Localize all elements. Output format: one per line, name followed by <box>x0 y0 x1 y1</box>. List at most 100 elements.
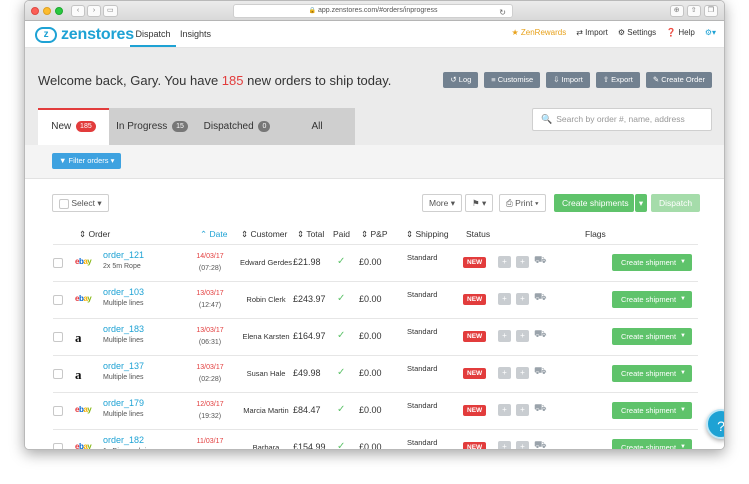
create-shipments-button[interactable]: Create shipments <box>554 194 634 212</box>
forward-icon[interactable]: › <box>87 5 101 17</box>
window-controls <box>31 7 63 15</box>
chevron-down-icon[interactable]: ▼ <box>680 254 686 271</box>
truck-icon[interactable]: ⛟ <box>534 329 547 342</box>
row-checkbox[interactable] <box>53 332 63 342</box>
create-shipment-button[interactable]: Create shipment ▼ <box>612 254 692 271</box>
row-checkbox[interactable] <box>53 443 63 449</box>
export-button[interactable]: ⇧ Export <box>595 72 640 88</box>
sidebar-icon[interactable]: ▭ <box>103 5 118 17</box>
customise-button[interactable]: ≡ Customise <box>484 72 541 88</box>
customer-name: Susan Hale <box>246 369 286 378</box>
help-link[interactable]: ❓ Help <box>666 28 695 37</box>
col-date[interactable]: ⌃ Date <box>200 229 227 240</box>
filter-orders-button[interactable]: ▼ Filter orders ▾ <box>52 153 122 169</box>
paid-check-icon: ✓ <box>337 367 346 378</box>
more-dropdown[interactable]: More ▾ <box>422 194 462 212</box>
import-link[interactable]: ⇄ Import <box>576 28 608 37</box>
row-checkbox[interactable] <box>53 369 63 379</box>
add-note-icon[interactable]: + <box>516 404 529 416</box>
add-note-icon[interactable]: + <box>516 256 529 268</box>
add-note-icon[interactable]: + <box>516 441 529 449</box>
account-menu-icon[interactable]: ⚙▾ <box>705 28 716 37</box>
create-shipments-caret[interactable]: ▾ <box>635 194 647 212</box>
tab-in-progress[interactable]: In Progress 15 <box>109 108 195 145</box>
settings-link[interactable]: ⚙ Settings <box>618 28 656 37</box>
create-shipment-button[interactable]: Create shipment ▼ <box>612 328 692 345</box>
truck-icon[interactable]: ⛟ <box>534 292 547 305</box>
address-bar[interactable]: 🔒 app.zenstores.com/#orders/inprogress ↻ <box>233 4 513 18</box>
row-checkbox[interactable] <box>53 295 63 305</box>
tab-new[interactable]: New 185 <box>38 108 109 145</box>
nav-tab-dispatch[interactable]: Dispatch <box>130 21 176 47</box>
back-icon[interactable]: ‹ <box>71 5 85 17</box>
truck-icon[interactable]: ⛟ <box>534 403 547 416</box>
assign-user-icon[interactable]: + <box>498 293 511 305</box>
select-dropdown[interactable]: Select ▾ <box>52 194 109 212</box>
table-row[interactable]: ebay order_121 2x 5m Rope 14/03/17 (07:28) Ed… <box>53 244 698 281</box>
create-shipment-button[interactable]: Create shipment ▼ <box>612 439 692 449</box>
zenstores-logo[interactable]: z zenstores <box>35 26 134 44</box>
row-checkbox[interactable] <box>53 406 63 416</box>
assign-user-icon[interactable]: + <box>498 441 511 449</box>
select-all-checkbox[interactable] <box>59 198 69 209</box>
chevron-down-icon[interactable]: ▼ <box>680 439 686 449</box>
log-button[interactable]: ↺ Log <box>443 72 479 88</box>
row-checkbox[interactable] <box>53 258 63 268</box>
truck-icon[interactable]: ⛟ <box>534 366 547 379</box>
col-customer[interactable]: ⇕ Customer <box>241 229 287 240</box>
minimize-window-icon[interactable] <box>43 7 51 15</box>
order-id-link[interactable]: order_182 <box>103 435 144 445</box>
chevron-down-icon[interactable]: ▼ <box>680 365 686 382</box>
add-note-icon[interactable]: + <box>516 367 529 379</box>
order-id-link[interactable]: order_103 <box>103 287 144 297</box>
chevron-down-icon[interactable]: ▼ <box>680 402 686 419</box>
zoom-window-icon[interactable] <box>55 7 63 15</box>
order-tabs: New 185 In Progress 15 Dispatched 0 All … <box>25 108 724 145</box>
col-total[interactable]: ⇕ Total <box>297 229 324 240</box>
order-id-link[interactable]: order_183 <box>103 324 144 334</box>
table-row[interactable]: a order_183 Multiple lines 13/03/17 (06:31) E… <box>53 318 698 355</box>
order-id-link[interactable]: order_121 <box>103 250 144 260</box>
order-search-input[interactable]: 🔍 Search by order #, name, address <box>532 108 712 131</box>
order-id-link[interactable]: order_179 <box>103 398 144 408</box>
truck-icon[interactable]: ⛟ <box>534 255 547 268</box>
create-shipment-button[interactable]: Create shipment ▼ <box>612 402 692 419</box>
col-shipping[interactable]: ⇕ Shipping <box>406 229 449 240</box>
tab-dispatched[interactable]: Dispatched 0 <box>195 108 279 145</box>
col-order[interactable]: ⇕ Order <box>79 229 110 240</box>
assign-user-icon[interactable]: + <box>498 404 511 416</box>
table-row[interactable]: ebay order_179 Multiple lines 12/03/17 (19:3… <box>53 392 698 429</box>
create-shipment-label: Create shipment <box>621 332 677 341</box>
table-row[interactable]: ebay order_103 Multiple lines 13/03/17 (12:4… <box>53 281 698 318</box>
dispatch-button[interactable]: Dispatch <box>651 194 701 212</box>
table-row[interactable]: a order_137 Multiple lines 13/03/17 (02:28) S… <box>53 355 698 392</box>
flag-dropdown[interactable]: ⚑ ▾ <box>465 194 494 212</box>
share-icon[interactable]: ⇧ <box>686 5 701 17</box>
create-shipment-button[interactable]: Create shipment ▼ <box>612 365 692 382</box>
assign-user-icon[interactable]: + <box>498 367 511 379</box>
import-button[interactable]: ⇩ Import <box>546 72 590 88</box>
customer-name: Edward Gerdes <box>239 258 293 267</box>
close-window-icon[interactable] <box>31 7 39 15</box>
col-pp[interactable]: ⇕ P&P <box>361 229 388 240</box>
create-order-button[interactable]: ✎ Create Order <box>645 72 712 88</box>
tabs-icon[interactable]: ❐ <box>703 5 718 17</box>
chevron-down-icon[interactable]: ▼ <box>680 291 686 308</box>
order-date: 13/03/17 <box>196 327 224 334</box>
assign-user-icon[interactable]: + <box>498 330 511 342</box>
order-date: 13/03/17 <box>196 364 224 371</box>
zenrewards-link[interactable]: ★ ZenRewards <box>512 28 567 37</box>
chevron-down-icon[interactable]: ▼ <box>680 328 686 345</box>
assign-user-icon[interactable]: + <box>498 256 511 268</box>
nav-tab-insights[interactable]: Insights <box>180 21 211 47</box>
print-dropdown[interactable]: ⎙ Print ▾ <box>499 194 546 212</box>
download-icon[interactable]: ⊕ <box>669 5 684 17</box>
tab-all[interactable]: All <box>279 108 355 145</box>
truck-icon[interactable]: ⛟ <box>534 440 547 449</box>
reload-icon[interactable]: ↻ <box>499 7 506 19</box>
add-note-icon[interactable]: + <box>516 330 529 342</box>
add-note-icon[interactable]: + <box>516 293 529 305</box>
table-row[interactable]: ebay order_182 1x Diamond ring 11/03/17 Barb… <box>53 429 698 449</box>
order-id-link[interactable]: order_137 <box>103 361 144 371</box>
create-shipment-button[interactable]: Create shipment ▼ <box>612 291 692 308</box>
